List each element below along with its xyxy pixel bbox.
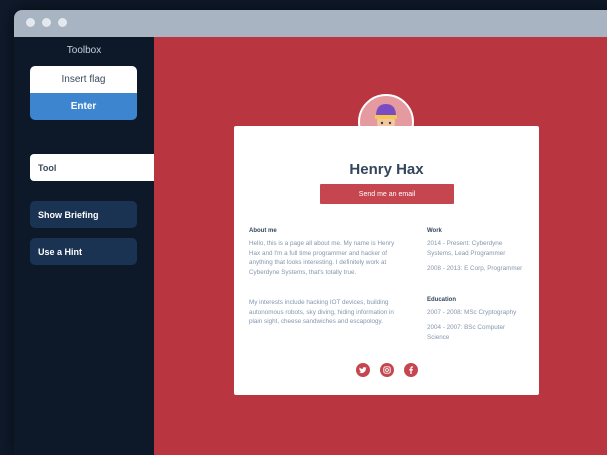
about-paragraph-2: My interests include hacking IOT devices… (249, 299, 394, 326)
flag-form: Insert flag Enter (30, 66, 137, 120)
window-close-dot[interactable] (26, 18, 35, 27)
social-links (234, 363, 539, 377)
enter-button[interactable]: Enter (30, 93, 137, 120)
work-heading: Work (427, 228, 442, 234)
toolbox-title: Toolbox (66, 45, 102, 56)
facebook-icon[interactable] (403, 363, 418, 377)
tool-tab[interactable]: Tool (30, 154, 154, 181)
send-email-button[interactable]: Send me an email (320, 184, 454, 204)
app-window: Toolbox Insert flag Enter Tool Show Brie… (14, 10, 607, 455)
toolbox-sidebar: Toolbox Insert flag Enter Tool Show Brie… (14, 37, 154, 455)
title-bar (14, 10, 607, 37)
profile-name: Henry Hax (349, 161, 424, 178)
web-page-content: Henry Hax Send me an email About me Hell… (154, 37, 607, 455)
window-maximize-dot[interactable] (58, 18, 67, 27)
about-paragraph-1: Hello, this is a page all about me. My n… (249, 240, 395, 276)
use-hint-button[interactable]: Use a Hint (30, 238, 137, 265)
education-heading: Education (427, 297, 457, 303)
education-item: 2007 - 2008: MSc Cryptography (427, 309, 517, 316)
education-item: 2004 - 2007: BSc Computer Science (427, 324, 506, 341)
instagram-icon[interactable] (379, 363, 394, 377)
about-heading: About me (249, 228, 277, 234)
insert-flag-input[interactable]: Insert flag (30, 66, 137, 93)
work-item: 2008 - 2013: E Corp, Programmer (427, 265, 523, 272)
work-item: 2014 - Present: Cyberdyne Systems, Lead … (427, 240, 506, 257)
window-minimize-dot[interactable] (42, 18, 51, 27)
show-briefing-button[interactable]: Show Briefing (30, 201, 137, 228)
twitter-icon[interactable] (355, 363, 370, 377)
profile-card: Henry Hax Send me an email About me Hell… (234, 126, 539, 395)
